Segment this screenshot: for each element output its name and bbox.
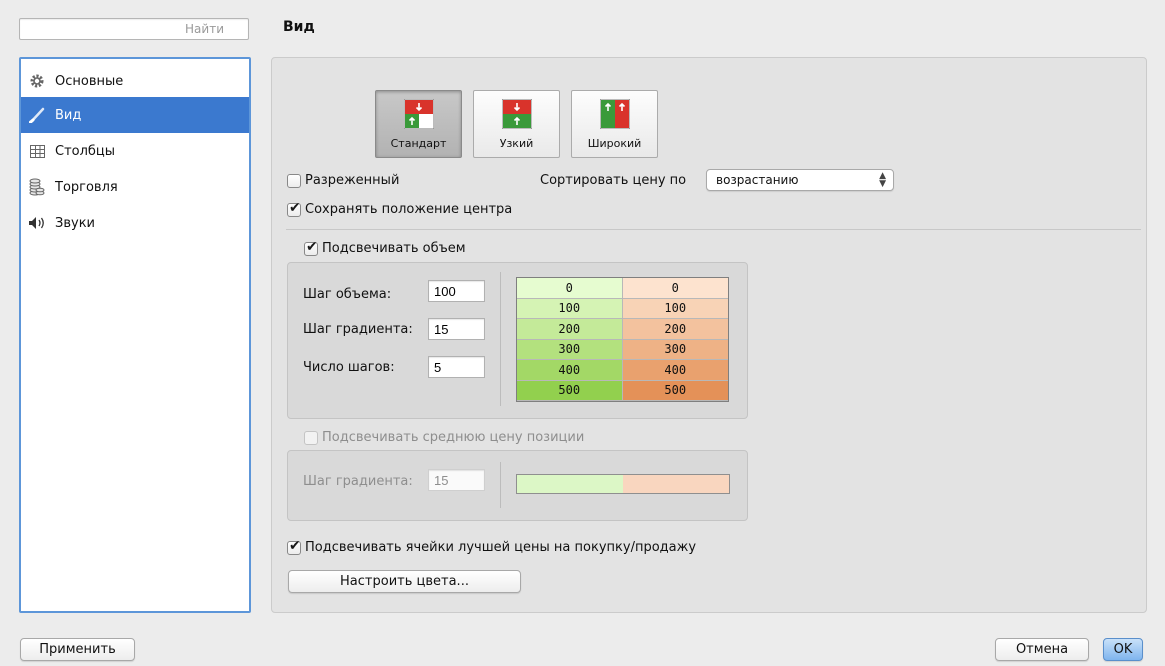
layout-wide-button[interactable]: Широкий [571, 90, 658, 158]
coins-icon [27, 177, 47, 197]
search-input[interactable] [20, 19, 248, 39]
sidebar-item-label: Вид [55, 107, 82, 123]
sidebar-item-label: Торговля [55, 179, 118, 195]
avg-gradient-input[interactable] [428, 469, 485, 491]
sidebar-item-general[interactable]: Основные [21, 63, 249, 99]
avg-gradient-label: Шаг градиента: [303, 474, 413, 489]
sidebar-item-label: Звуки [55, 215, 95, 231]
avg-separator [500, 462, 501, 508]
layout-standard-button[interactable]: Стандарт [375, 90, 462, 158]
volume-cell-buy: 0 [517, 278, 623, 299]
highlight-best-price-checkbox-box[interactable] [287, 538, 301, 555]
layout-narrow-label: Узкий [499, 137, 534, 150]
volume-cell-buy: 400 [517, 360, 623, 381]
avg-price-preview [516, 474, 730, 494]
layout-standard-label: Стандарт [390, 137, 447, 150]
layout-narrow-icon [501, 99, 532, 129]
volume-cell-sell: 200 [622, 319, 728, 340]
apply-button[interactable]: Применить [20, 638, 135, 661]
page-title: Вид [283, 19, 315, 35]
sidebar: Основные Вид Столбцы Торговля Звуки [19, 57, 251, 613]
volume-cell-sell: 500 [622, 380, 728, 401]
volume-cell-buy: 300 [517, 339, 623, 360]
section-divider [286, 229, 1141, 230]
keep-center-checkbox[interactable]: Сохранять положение центра [287, 200, 513, 217]
sidebar-item-view[interactable]: Вид [21, 97, 249, 133]
sparse-checkbox-box[interactable] [287, 173, 301, 188]
highlight-avg-price-checkbox-box[interactable] [304, 430, 318, 445]
ok-button[interactable]: OK [1103, 638, 1143, 661]
volume-cell-sell: 400 [622, 360, 728, 381]
search-field[interactable] [19, 18, 249, 40]
sidebar-item-label: Столбцы [55, 143, 116, 159]
keep-center-label: Сохранять положение центра [305, 202, 513, 217]
sidebar-item-sounds[interactable]: Звуки [21, 205, 249, 241]
brush-icon [27, 105, 47, 125]
volume-cell-sell: 300 [622, 339, 728, 360]
volume-cell-buy: 100 [517, 298, 623, 319]
keep-center-checkbox-box[interactable] [287, 200, 301, 217]
sparse-label: Разреженный [305, 173, 400, 188]
gear-icon [27, 71, 47, 91]
volume-step-input[interactable] [428, 280, 485, 302]
sidebar-item-trading[interactable]: Торговля [21, 169, 249, 205]
sparse-checkbox[interactable]: Разреженный [287, 173, 399, 188]
volume-cell-sell: 100 [622, 298, 728, 319]
step-count-input[interactable] [428, 356, 485, 378]
highlight-volume-checkbox[interactable]: Подсвечивать объем [304, 239, 466, 256]
table-icon [27, 141, 47, 161]
volume-separator [500, 272, 501, 406]
volume-step-label: Шаг объема: [303, 287, 392, 302]
sort-select[interactable]: возрастанию ▲ ▼ [706, 169, 894, 191]
sort-select-value: возрастанию [716, 173, 799, 187]
layout-standard-icon [403, 99, 434, 129]
highlight-best-price-label: Подсвечивать ячейки лучшей цены на покуп… [305, 540, 697, 555]
volume-cell-buy: 200 [517, 319, 623, 340]
highlight-avg-price-label: Подсвечивать среднюю цену позиции [322, 430, 585, 445]
avg-price-buy-swatch [517, 475, 623, 493]
speaker-icon [27, 213, 47, 233]
layout-wide-icon [599, 99, 630, 129]
highlight-avg-price-checkbox[interactable]: Подсвечивать среднюю цену позиции [304, 430, 584, 445]
configure-colors-button[interactable]: Настроить цвета... [288, 570, 521, 593]
highlight-best-price-checkbox[interactable]: Подсвечивать ячейки лучшей цены на покуп… [287, 538, 697, 555]
updown-arrows-icon: ▲ ▼ [879, 171, 886, 189]
highlight-volume-checkbox-box[interactable] [304, 239, 318, 256]
sidebar-item-columns[interactable]: Столбцы [21, 133, 249, 169]
sort-label: Сортировать цену по [540, 173, 687, 188]
gradient-step-label: Шаг градиента: [303, 322, 413, 337]
layout-wide-label: Широкий [587, 137, 642, 150]
step-count-label: Число шагов: [303, 360, 395, 375]
volume-preview-table: 0 0 100 100 200 200 300 300 400 400 500 … [516, 277, 729, 402]
layout-narrow-button[interactable]: Узкий [473, 90, 560, 158]
gradient-step-input[interactable] [428, 318, 485, 340]
highlight-volume-label: Подсвечивать объем [322, 241, 466, 256]
avg-price-sell-swatch [623, 475, 729, 493]
cancel-button[interactable]: Отмена [995, 638, 1089, 661]
volume-cell-sell: 0 [622, 278, 728, 299]
volume-cell-buy: 500 [517, 380, 623, 401]
sidebar-item-label: Основные [55, 73, 124, 89]
